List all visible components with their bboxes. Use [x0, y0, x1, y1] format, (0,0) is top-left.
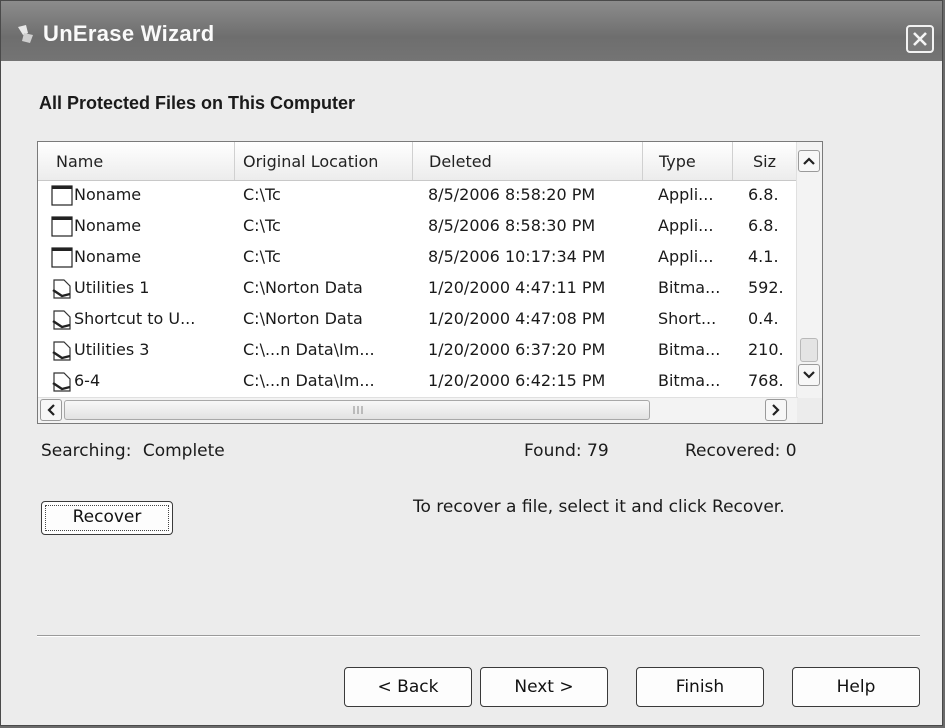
- file-type: Bitma...: [658, 278, 721, 297]
- blank-file-icon: [51, 247, 73, 268]
- file-row[interactable]: 6-4 C:\...n Data\Im... 1/20/2000 6:42:15…: [38, 365, 796, 396]
- file-size: 592.: [748, 278, 784, 297]
- finish-button-label: Finish: [675, 677, 725, 697]
- scroll-left-button[interactable]: [40, 399, 62, 421]
- file-row[interactable]: Noname C:\Tc 8/5/2006 8:58:30 PM Appli..…: [38, 210, 796, 241]
- file-deleted-date: 1/20/2000 6:37:20 PM: [428, 340, 606, 359]
- file-type: Appli...: [658, 247, 714, 266]
- list-header: Name Original Location Deleted Type Siz: [38, 142, 822, 181]
- next-button-label: Next >: [514, 677, 574, 697]
- help-button[interactable]: Help: [792, 667, 920, 707]
- searching-value: Complete: [142, 441, 225, 461]
- close-button[interactable]: [906, 25, 934, 53]
- file-name: Noname: [74, 216, 142, 235]
- file-type: Bitma...: [658, 371, 721, 390]
- scroll-right-button[interactable]: [765, 399, 787, 421]
- file-deleted-date: 1/20/2000 6:42:15 PM: [428, 371, 606, 390]
- column-header-type[interactable]: Type: [643, 142, 733, 180]
- file-name: Noname: [74, 247, 142, 266]
- file-size: 4.1.: [748, 247, 779, 266]
- file-location: C:\Norton Data: [243, 309, 363, 328]
- file-size: 0.4.: [748, 309, 779, 328]
- protected-files-list[interactable]: Name Original Location Deleted Type Siz …: [37, 141, 823, 424]
- chevron-right-icon: [772, 404, 780, 416]
- page-heading: All Protected Files on This Computer: [39, 93, 356, 113]
- searching-status: Searching: Complete: [41, 441, 225, 461]
- column-header-deleted[interactable]: Deleted: [413, 142, 643, 180]
- file-name: 6-4: [74, 371, 101, 390]
- horizontal-scroll-thumb[interactable]: [64, 400, 650, 420]
- horizontal-scrollbar[interactable]: [38, 397, 798, 423]
- blank-file-icon: [51, 185, 73, 206]
- column-header-original-location[interactable]: Original Location: [235, 142, 413, 180]
- file-deleted-date: 8/5/2006 8:58:30 PM: [428, 216, 596, 235]
- file-location: C:\Tc: [243, 216, 281, 235]
- file-row[interactable]: Utilities 1 C:\Norton Data 1/20/2000 4:4…: [38, 272, 796, 303]
- close-icon: [913, 32, 927, 46]
- file-location: C:\Tc: [243, 185, 281, 204]
- finish-button[interactable]: Finish: [636, 667, 764, 707]
- file-type: Appli...: [658, 185, 714, 204]
- vertical-scrollbar[interactable]: [796, 142, 822, 398]
- recovered-label: Recovered:: [685, 441, 781, 461]
- file-row[interactable]: Noname C:\Tc 8/5/2006 10:17:34 PM Appli.…: [38, 241, 796, 272]
- scroll-down-button[interactable]: [798, 364, 820, 386]
- file-size: 6.8.: [748, 216, 779, 235]
- bitmap-file-icon: [52, 341, 71, 361]
- file-name: Utilities 1: [74, 278, 150, 297]
- help-button-label: Help: [836, 677, 876, 697]
- chevron-down-icon: [803, 371, 815, 379]
- unerase-app-icon: [18, 25, 33, 43]
- scrollbar-corner: [797, 398, 822, 423]
- file-deleted-date: 8/5/2006 10:17:34 PM: [428, 247, 606, 266]
- file-location: C:\Tc: [243, 247, 281, 266]
- recovered-count: 0: [785, 441, 797, 461]
- file-type: Appli...: [658, 216, 714, 235]
- file-deleted-date: 1/20/2000 4:47:08 PM: [428, 309, 606, 328]
- found-status: Found: 79: [524, 441, 609, 461]
- bitmap-file-icon: [52, 310, 71, 330]
- window-title: UnErase Wizard: [43, 21, 215, 46]
- chevron-left-icon: [47, 404, 55, 416]
- blank-file-icon: [51, 216, 73, 237]
- file-location: C:\...n Data\Im...: [243, 340, 375, 359]
- bitmap-file-icon: [52, 279, 71, 299]
- focus-rectangle: [45, 505, 169, 531]
- file-name: Noname: [74, 185, 142, 204]
- back-button[interactable]: < Back: [344, 667, 472, 707]
- column-header-size[interactable]: Siz: [733, 142, 797, 180]
- searching-label: Searching:: [41, 441, 132, 461]
- recover-button[interactable]: Recover: [41, 501, 173, 535]
- column-header-name[interactable]: Name: [38, 142, 235, 180]
- unerase-wizard-window: UnErase Wizard All Protected Files on Th…: [0, 0, 943, 726]
- file-row[interactable]: Noname C:\Tc 8/5/2006 8:58:20 PM Appli..…: [38, 179, 796, 210]
- file-deleted-date: 8/5/2006 8:58:20 PM: [428, 185, 596, 204]
- title-bar[interactable]: UnErase Wizard: [1, 1, 942, 61]
- found-count: 79: [587, 441, 609, 461]
- next-button[interactable]: Next >: [480, 667, 608, 707]
- file-location: C:\Norton Data: [243, 278, 363, 297]
- file-type: Bitma...: [658, 340, 721, 359]
- file-location: C:\...n Data\Im...: [243, 371, 375, 390]
- vertical-scroll-thumb[interactable]: [800, 338, 818, 362]
- grip-icon: [353, 406, 363, 414]
- chevron-up-icon: [803, 157, 815, 165]
- file-size: 768.: [748, 371, 784, 390]
- found-label: Found:: [524, 441, 582, 461]
- recover-hint: To recover a file, select it and click R…: [413, 497, 785, 517]
- scroll-up-button[interactable]: [798, 150, 820, 172]
- file-size: 6.8.: [748, 185, 779, 204]
- back-button-label: < Back: [377, 677, 439, 697]
- bitmap-file-icon: [52, 372, 71, 392]
- file-name: Utilities 3: [74, 340, 150, 359]
- file-row[interactable]: Utilities 3 C:\...n Data\Im... 1/20/2000…: [38, 334, 796, 365]
- recovered-status: Recovered: 0: [685, 441, 797, 461]
- file-name: Shortcut to U...: [74, 309, 196, 328]
- file-type: Short...: [658, 309, 717, 328]
- file-size: 210.: [748, 340, 784, 359]
- divider: [37, 635, 920, 637]
- file-row[interactable]: Shortcut to U... C:\Norton Data 1/20/200…: [38, 303, 796, 334]
- file-deleted-date: 1/20/2000 4:47:11 PM: [428, 278, 606, 297]
